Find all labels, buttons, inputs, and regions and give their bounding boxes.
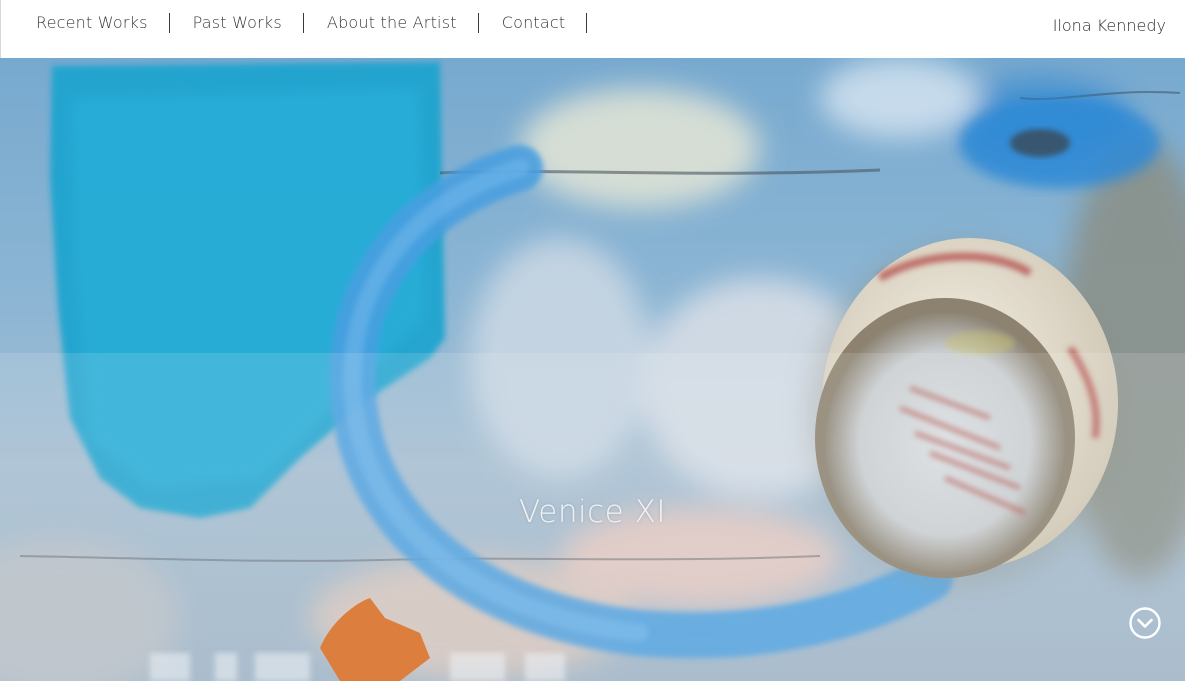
chevron-down-circle-icon [1129,607,1161,639]
artwork-image [0,58,1185,681]
artwork-title: Venice XI [519,494,666,530]
main-nav: Recent Works Past Works About the Artist… [36,12,610,34]
top-navigation-bar: Recent Works Past Works About the Artist… [0,0,1185,58]
hero-artwork: Venice XI [0,58,1185,681]
nav-about-the-artist[interactable]: About the Artist [327,12,457,34]
nav-contact[interactable]: Contact [502,12,566,34]
nav-divider [302,13,304,33]
nav-divider [168,13,170,33]
nav-divider [477,13,479,33]
nav-recent-works[interactable]: Recent Works [36,12,148,34]
nav-divider [586,13,588,33]
artist-name-logo[interactable]: Ilona Kennedy [1053,16,1166,35]
scroll-down-button[interactable] [1128,606,1162,640]
nav-past-works[interactable]: Past Works [193,12,282,34]
